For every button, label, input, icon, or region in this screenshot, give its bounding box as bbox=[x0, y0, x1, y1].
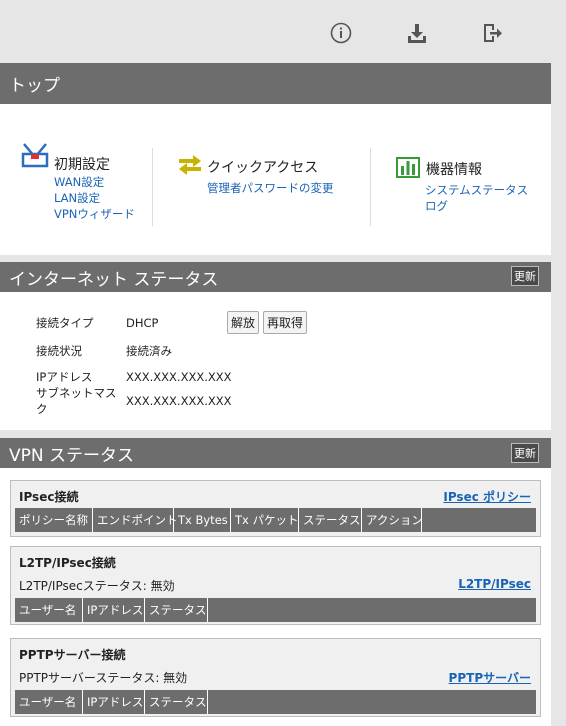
ipsec-title: IPsec接続 bbox=[19, 490, 79, 504]
ipsec-box: IPsec接続 IPsec ポリシー ポリシー名称 エンドポイント Tx Byt… bbox=[10, 480, 541, 537]
link-log[interactable]: ログ bbox=[425, 198, 528, 214]
vpn-refresh-button[interactable]: 更新 bbox=[511, 443, 539, 463]
menu-initial-setup: 初期設定 WAN設定 LAN設定 VPNウィザード bbox=[20, 140, 135, 222]
toolbox-icon bbox=[20, 140, 50, 174]
menu-title-quick-access: クイックアクセス bbox=[207, 160, 319, 176]
download-icon[interactable] bbox=[404, 20, 430, 46]
pptp-link[interactable]: PPTPサーバー bbox=[449, 669, 531, 686]
l2tp-box: L2TP/IPsec接続 L2TP/IPsecステータス: 無効 L2TP/IP… bbox=[10, 546, 541, 625]
bar-chart-icon bbox=[396, 156, 420, 182]
stat-label: 接続状況 bbox=[36, 344, 82, 358]
link-vpn-wizard[interactable]: VPNウィザード bbox=[54, 206, 135, 222]
column-header: ポリシー名称 bbox=[15, 508, 93, 532]
top-panel: 初期設定 WAN設定 LAN設定 VPNウィザード クイックアクセス 管理者パス… bbox=[0, 104, 551, 255]
top-toolbar bbox=[0, 0, 566, 63]
stat-value: DHCP bbox=[126, 316, 159, 330]
internet-status-title: インターネット ステータス bbox=[9, 269, 219, 290]
stat-value: XXX.XXX.XXX.XXX bbox=[126, 394, 232, 408]
pptp-box: PPTPサーバー接続 PPTPサーバーステータス: 無効 PPTPサーバー ユー… bbox=[10, 638, 541, 717]
swap-arrows-icon bbox=[177, 154, 203, 180]
stat-row-connection-status: 接続状況 接続済み bbox=[36, 341, 172, 361]
column-header: アクション bbox=[362, 508, 423, 532]
l2tp-link[interactable]: L2TP/IPsec bbox=[458, 577, 531, 591]
stat-label: IPアドレス bbox=[36, 370, 93, 384]
renew-button[interactable]: 再取得 bbox=[263, 311, 307, 334]
l2tp-title: L2TP/IPsec接続 bbox=[19, 556, 116, 570]
stat-row-ip-address: IPアドレス XXX.XXX.XXX.XXX bbox=[36, 367, 232, 387]
menu-divider bbox=[152, 148, 153, 226]
stat-value: 接続済み bbox=[126, 344, 172, 358]
column-header: エンドポイント bbox=[93, 508, 178, 532]
stat-row-connection-type: 接続タイプ DHCP bbox=[36, 313, 158, 333]
menu-device-info: 機器情報 システムステータス ログ bbox=[396, 156, 528, 214]
logout-icon[interactable] bbox=[479, 20, 505, 46]
l2tp-table-header: ユーザー名 IPアドレス ステータス bbox=[15, 598, 536, 622]
ipsec-table-header: ポリシー名称 エンドポイント Tx Bytes Tx パケット ステータス アク… bbox=[15, 508, 536, 532]
internet-status-header: インターネット ステータス 更新 bbox=[0, 262, 551, 292]
menu-title-device-info: 機器情報 bbox=[426, 162, 482, 178]
link-system-status[interactable]: システムステータス bbox=[425, 182, 528, 198]
vpn-status-header: VPN ステータス 更新 bbox=[0, 438, 551, 468]
pptp-status: PPTPサーバーステータス: 無効 bbox=[19, 671, 188, 685]
column-header: ユーザー名 bbox=[15, 690, 83, 714]
l2tp-status: L2TP/IPsecステータス: 無効 bbox=[19, 579, 175, 593]
stat-value: XXX.XXX.XXX.XXX bbox=[126, 370, 232, 384]
vpn-status-title: VPN ステータス bbox=[9, 445, 135, 466]
top-section-header: トップ bbox=[0, 63, 551, 104]
link-admin-password[interactable]: 管理者パスワードの変更 bbox=[207, 180, 334, 196]
menu-quick-access: クイックアクセス 管理者パスワードの変更 bbox=[177, 154, 334, 196]
ipsec-policy-link[interactable]: IPsec ポリシー bbox=[443, 488, 531, 505]
stat-label: 接続タイプ bbox=[36, 316, 94, 330]
column-header: ステータス bbox=[145, 690, 208, 714]
page-title: トップ bbox=[9, 76, 60, 96]
release-button[interactable]: 解放 bbox=[227, 311, 259, 334]
pptp-table-header: ユーザー名 IPアドレス ステータス bbox=[15, 690, 536, 714]
stat-label: サブネットマスク bbox=[36, 386, 117, 416]
menu-divider bbox=[370, 148, 371, 226]
link-wan-setting[interactable]: WAN設定 bbox=[54, 174, 135, 190]
column-header: Tx パケット bbox=[231, 508, 299, 532]
column-header: ユーザー名 bbox=[15, 598, 83, 622]
column-header: IPアドレス bbox=[83, 690, 145, 714]
column-header: IPアドレス bbox=[83, 598, 145, 622]
menu-title-initial-setup: 初期設定 bbox=[54, 157, 110, 173]
column-header: ステータス bbox=[145, 598, 208, 622]
pptp-title: PPTPサーバー接続 bbox=[19, 648, 126, 662]
link-lan-setting[interactable]: LAN設定 bbox=[54, 190, 135, 206]
column-header: Tx Bytes bbox=[174, 508, 231, 532]
column-header: ステータス bbox=[299, 508, 362, 532]
stat-row-subnet-mask: サブネットマスク XXX.XXX.XXX.XXX bbox=[36, 386, 232, 416]
internet-refresh-button[interactable]: 更新 bbox=[511, 266, 539, 286]
info-icon[interactable] bbox=[328, 20, 354, 46]
